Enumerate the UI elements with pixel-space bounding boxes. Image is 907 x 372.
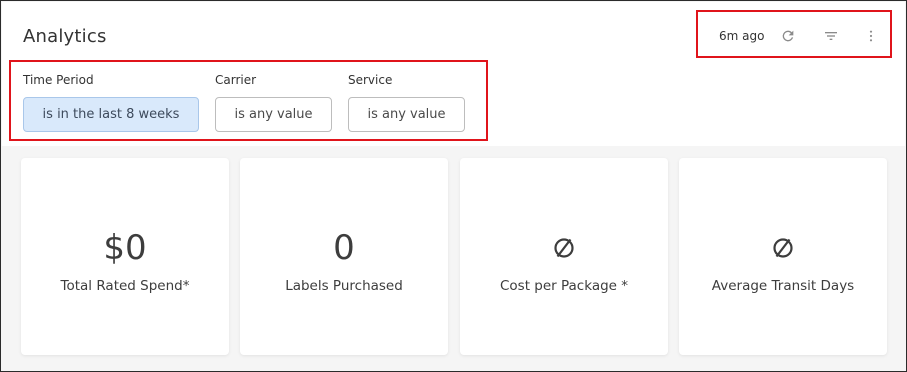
kpi-card-total-rated-spend[interactable]: $0 Total Rated Spend* [21,158,229,355]
page-title: Analytics [23,26,107,47]
empty-set-icon [679,236,887,260]
filter-time-period: Time Period is in the last 8 weeks [23,72,199,132]
more-options-button[interactable] [860,25,882,47]
kpi-label: Labels Purchased [285,278,403,294]
kpi-card-average-transit-days[interactable]: Average Transit Days [679,158,887,355]
header-controls: 6m ago [696,10,892,58]
kpi-card-cost-per-package[interactable]: Cost per Package * [460,158,668,355]
filter-value-pill[interactable]: is any value [348,97,465,132]
kpi-value: 0 [333,228,355,268]
kpi-label: Average Transit Days [711,278,855,294]
kpi-value: $0 [103,228,147,268]
refresh-icon [780,28,796,44]
filter-label: Service [348,73,393,87]
more-vertical-icon [863,28,879,44]
filter-icon [823,28,839,44]
kpi-card-labels-purchased[interactable]: 0 Labels Purchased [240,158,448,355]
analytics-dashboard: Analytics 6m ago Time Period is in the l… [0,0,907,372]
filter-value-pill[interactable]: is any value [215,97,332,132]
last-updated-text: 6m ago [719,29,765,43]
filter-button[interactable] [820,25,842,47]
empty-set-icon [460,236,668,260]
filter-service: Service is any value [348,72,465,132]
kpi-label: Cost per Package * [499,278,629,294]
refresh-button[interactable] [777,25,799,47]
filter-value-pill[interactable]: is in the last 8 weeks [23,97,199,132]
filter-label: Time Period [23,73,94,87]
filter-bar: Time Period is in the last 8 weeks Carri… [9,60,488,141]
filter-label: Carrier [215,73,257,87]
kpi-label: Total Rated Spend* [60,278,190,294]
filter-carrier: Carrier is any value [215,72,332,132]
